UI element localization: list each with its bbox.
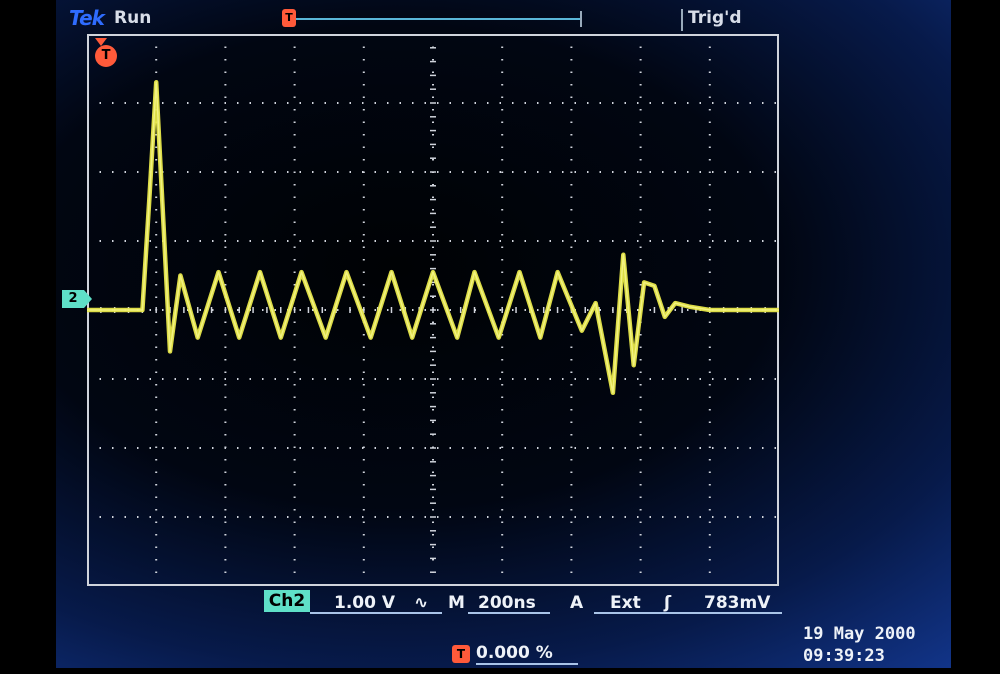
trigger-source: Ext (610, 593, 641, 613)
brand-logo: Tek (69, 6, 105, 30)
status-bar: Ch2 1.00 V ∿ M 200ns A Ext ʃ 783mV (264, 590, 784, 614)
status-separator (681, 9, 683, 31)
trigger-mode: A (570, 593, 584, 613)
trigger-position-value[interactable]: 0.000 % (476, 643, 578, 665)
trigger-position-marker: T (95, 45, 117, 67)
trigger-level: 783mV (704, 593, 771, 613)
channel-2-ground-marker: 2 (62, 290, 92, 308)
timebase-prefix: M (448, 593, 465, 613)
record-view-bar (289, 18, 582, 20)
acquisition-state: Run (114, 8, 152, 28)
ch2-waveform-trace (87, 80, 779, 396)
trigger-position-icon: T (452, 645, 470, 663)
record-view-end (580, 11, 582, 27)
time-readout: 09:39:23 (803, 646, 885, 666)
rising-edge-icon: ʃ (664, 593, 672, 613)
date-readout: 19 May 2000 (803, 624, 916, 644)
trigger-state: Trig'd (688, 8, 742, 28)
time-per-div: 200ns (478, 593, 536, 613)
volts-per-div: 1.00 V (334, 593, 396, 613)
coupling-ac-icon: ∿ (414, 593, 429, 613)
ch2-waveform-core (87, 81, 779, 394)
record-trigger-marker: T (282, 9, 296, 27)
channel-label[interactable]: Ch2 (264, 590, 310, 612)
waveform-display (87, 34, 779, 586)
